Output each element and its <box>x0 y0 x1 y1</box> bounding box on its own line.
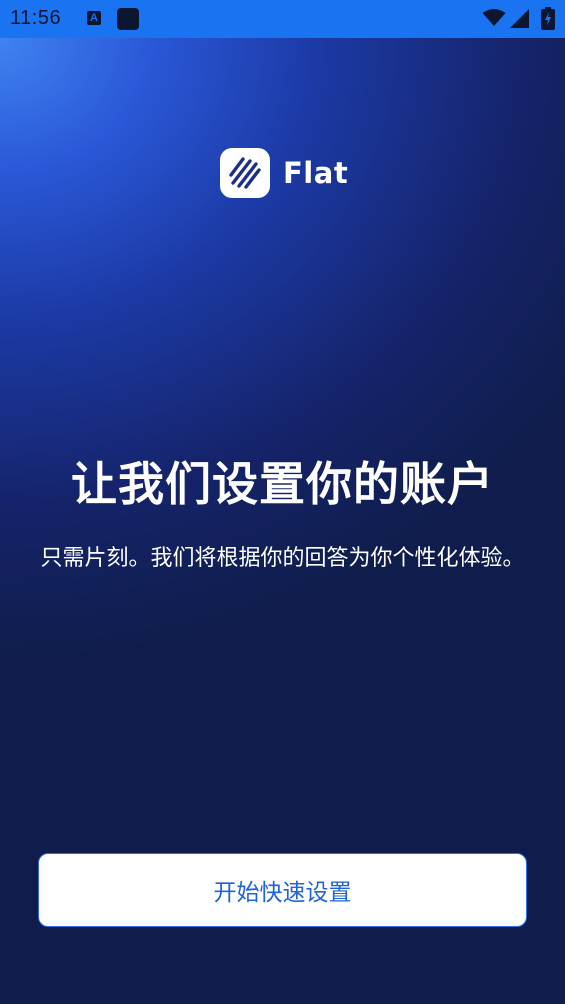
notification-a-icon: A <box>87 11 101 25</box>
page-title: 让我们设置你的账户 <box>71 457 494 511</box>
wifi-icon <box>482 9 506 26</box>
cell-signal-icon <box>510 9 529 28</box>
status-time: 11:56 <box>10 7 62 29</box>
brand-name: Flat <box>283 156 349 190</box>
brand-logo: Flat <box>220 148 348 198</box>
diagonal-stripes-logo-icon <box>220 148 270 198</box>
page-subtitle: 只需片刻。我们将根据你的回答为你个性化体验。 <box>40 546 525 571</box>
status-bar: 11:56 A <box>0 0 565 38</box>
battery-icon <box>541 7 555 30</box>
start-quick-setup-button[interactable]: 开始快速设置 <box>38 853 527 927</box>
logo-stripes-icon <box>229 157 261 189</box>
app-square-icon <box>117 8 139 30</box>
